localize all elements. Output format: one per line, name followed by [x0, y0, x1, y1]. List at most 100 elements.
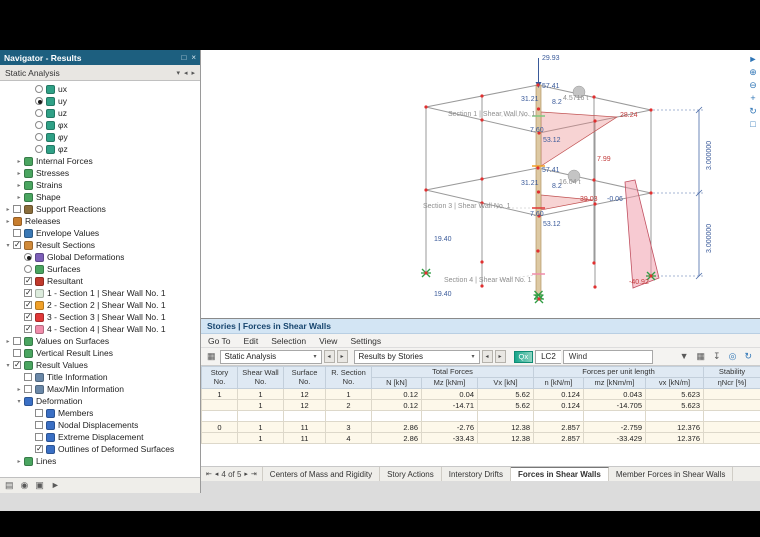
table-cell[interactable]: -14.705: [583, 399, 647, 411]
column-header-mz-knm[interactable]: Mz [kNm]: [421, 377, 478, 389]
sync-view-icon[interactable]: ↻: [742, 352, 754, 361]
table-cell[interactable]: 12.38: [476, 421, 535, 433]
tree-item-nodal-displacements[interactable]: Nodal Displacements: [0, 419, 200, 431]
table-row[interactable]: 1 11 4 2.86 -33.43 12.38 2.857 -33.429 12.376: [201, 432, 760, 444]
checkbox[interactable]: [24, 324, 32, 333]
last-tab-icon[interactable]: ⇥: [251, 470, 257, 478]
table-cell[interactable]: [201, 432, 238, 444]
expander-icon[interactable]: ▸: [14, 386, 24, 393]
column-header-n-kn-m[interactable]: n [kN/m]: [533, 377, 585, 389]
checkbox[interactable]: [13, 349, 21, 357]
radio-button[interactable]: [35, 109, 43, 117]
column-header-surface[interactable]: Surface No.: [283, 366, 326, 389]
checkbox[interactable]: [35, 433, 43, 441]
expander-icon[interactable]: ▸: [3, 218, 13, 225]
radio-button[interactable]: [35, 97, 43, 105]
table-cell[interactable]: -33.43: [421, 432, 478, 444]
table-cell[interactable]: 11: [283, 432, 326, 444]
results-navigator-icon[interactable]: ►: [51, 481, 60, 490]
table-cell[interactable]: 0.124: [533, 399, 585, 411]
table-cell[interactable]: 2: [325, 399, 372, 411]
table-cell[interactable]: [371, 410, 422, 422]
tab-interstory-drifts[interactable]: Interstory Drifts: [442, 467, 511, 481]
table-cell[interactable]: [703, 399, 760, 411]
checkbox[interactable]: [35, 421, 43, 429]
next-results-button[interactable]: ▸: [494, 350, 506, 363]
prev-results-button[interactable]: ◂: [481, 350, 493, 363]
menu-settings[interactable]: Settings: [350, 336, 381, 346]
table-cell[interactable]: [283, 410, 326, 422]
next-tab-icon[interactable]: ▸: [244, 470, 248, 478]
tree-item-title-information[interactable]: Title Information: [0, 371, 200, 383]
next-arrow-icon[interactable]: ▸: [191, 69, 195, 77]
rotate-view-icon[interactable]: ↻: [749, 107, 757, 116]
expander-icon[interactable]: ▸: [14, 182, 24, 189]
table-cell[interactable]: [583, 410, 647, 422]
table-settings-icon[interactable]: ▦: [695, 352, 708, 361]
prev-tab-icon[interactable]: ◂: [215, 470, 219, 478]
checkbox[interactable]: [13, 337, 21, 345]
column-header-vx-kn[interactable]: Vx [kN]: [476, 377, 535, 389]
table-cell[interactable]: [703, 388, 760, 400]
table-cell[interactable]: [325, 410, 372, 422]
table-cell[interactable]: 0.12: [371, 399, 422, 411]
display-navigator-icon[interactable]: ◉: [21, 481, 29, 490]
table-row[interactable]: 0 1 11 3 2.86 -2.76 12.38 2.857 -2.759 12.376: [201, 421, 760, 433]
table-cell[interactable]: [703, 410, 760, 422]
expander-icon[interactable]: ▸: [14, 170, 24, 177]
expander-icon[interactable]: ▾: [14, 398, 24, 405]
table-cell[interactable]: 2.86: [371, 421, 422, 433]
tree-item-deformation[interactable]: ▾ Deformation: [0, 395, 200, 407]
table-cell[interactable]: [476, 410, 535, 422]
tree-item-y[interactable]: φy: [0, 131, 200, 143]
menu-edit[interactable]: Edit: [244, 336, 259, 346]
views-navigator-icon[interactable]: ▣: [35, 481, 44, 490]
tree-item-extreme-displacement[interactable]: Extreme Displacement: [0, 431, 200, 443]
tree-item-surfaces[interactable]: Surfaces: [0, 263, 200, 275]
table-cell[interactable]: [237, 410, 284, 422]
analysis-combo[interactable]: Static Analysis ▾: [219, 349, 322, 364]
find-in-table-icon[interactable]: ◎: [727, 352, 739, 361]
table-cell[interactable]: 0.043: [583, 388, 647, 400]
radio-button[interactable]: [35, 85, 43, 93]
export-icon[interactable]: ↧: [711, 352, 723, 361]
table-cell[interactable]: 1: [237, 388, 284, 400]
tree-item-uy[interactable]: uy: [0, 95, 200, 107]
tree-item-members[interactable]: Members: [0, 407, 200, 419]
expander-icon[interactable]: ▾: [3, 362, 13, 369]
zoom-in-icon[interactable]: ⊕: [749, 68, 757, 77]
tree-item-lines[interactable]: ▸ Lines: [0, 455, 200, 467]
table-cell[interactable]: 0.124: [533, 388, 585, 400]
checkbox[interactable]: [24, 312, 32, 321]
table-cell[interactable]: 12: [283, 399, 326, 411]
table-cell[interactable]: [703, 421, 760, 433]
tree-item-global-deformations[interactable]: Global Deformations: [0, 251, 200, 263]
table-row[interactable]: 1 12 2 0.12 -14.71 5.62 0.124 -14.705 5.623: [201, 399, 760, 411]
expander-icon[interactable]: ▸: [14, 158, 24, 165]
table-cell[interactable]: 0.04: [421, 388, 478, 400]
tab-member-forces-in-shear-walls[interactable]: Member Forces in Shear Walls: [609, 467, 734, 481]
table-cell[interactable]: 3: [325, 421, 372, 433]
table-cell[interactable]: 12: [283, 388, 326, 400]
checkbox[interactable]: [24, 288, 32, 297]
expander-icon[interactable]: ▸: [14, 194, 24, 201]
float-panel-icon[interactable]: □: [181, 53, 186, 62]
table-cell[interactable]: 12.376: [645, 432, 705, 444]
tree-item-1-section-1-shear-wall-no-1[interactable]: 1 - Section 1 | Shear Wall No. 1: [0, 287, 200, 299]
checkbox[interactable]: [24, 300, 32, 309]
tree-item-result-values[interactable]: ▾ Result Values: [0, 359, 200, 371]
menu-view[interactable]: View: [319, 336, 337, 346]
column-header-story[interactable]: Story No.: [201, 366, 238, 389]
tree-item-internal-forces[interactable]: ▸ Internal Forces: [0, 155, 200, 167]
table-cell[interactable]: 1: [237, 399, 284, 411]
tree-item-resultant[interactable]: Resultant: [0, 275, 200, 287]
table-cell[interactable]: [201, 410, 238, 422]
checkbox[interactable]: [35, 444, 43, 453]
checkbox[interactable]: [13, 240, 21, 249]
table-cell[interactable]: [421, 410, 478, 422]
tree-item-values-on-surfaces[interactable]: ▸ Values on Surfaces: [0, 335, 200, 347]
tree-item-vertical-result-lines[interactable]: Vertical Result Lines: [0, 347, 200, 359]
tree-item-max-min-information[interactable]: ▸ Max/Min Information: [0, 383, 200, 395]
prev-arrow-icon[interactable]: ◂: [184, 69, 188, 77]
table-row[interactable]: [201, 410, 760, 422]
